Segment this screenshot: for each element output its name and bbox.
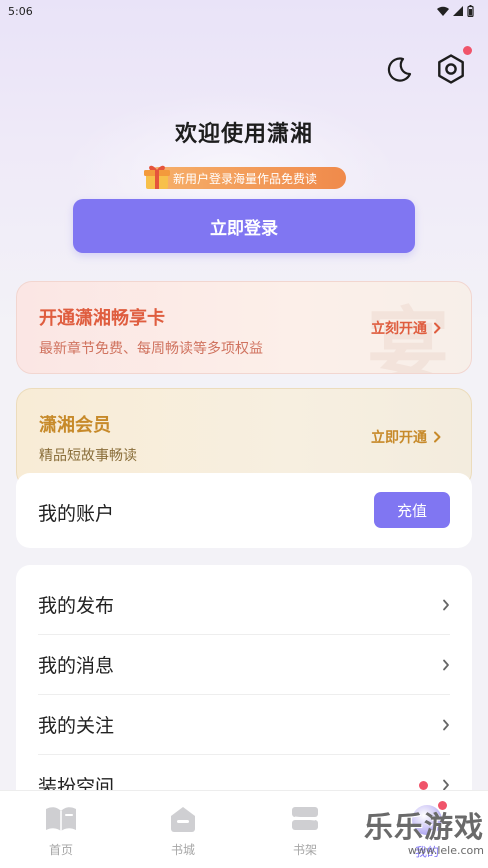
wifi-icon	[437, 6, 449, 16]
menu-item-following[interactable]: 我的关注	[38, 695, 450, 755]
settings-badge	[463, 46, 472, 55]
chevron-right-icon	[434, 431, 441, 443]
account-label: 我的账户	[38, 503, 115, 525]
menu-item-messages[interactable]: 我的消息	[38, 635, 450, 695]
chevron-right-icon	[434, 322, 441, 334]
account-card: 我的账户 充值	[16, 473, 472, 548]
tab-home-label: 首页	[48, 843, 73, 857]
vip-card-subtitle: 最新章节免费、每周畅读等多项权益	[39, 341, 263, 357]
menu-item-label: 我的发布	[38, 595, 115, 617]
top-actions	[382, 46, 472, 86]
member-open-label: 立即开通	[371, 430, 427, 446]
login-button[interactable]: 立即登录	[73, 199, 415, 253]
battery-icon	[467, 5, 474, 17]
moon-icon	[387, 57, 412, 82]
status-time: 5:06	[8, 4, 33, 18]
bookshelf-icon	[292, 807, 318, 830]
promo-text: 新用户登录海量作品免费读	[173, 171, 318, 186]
store-icon	[171, 807, 195, 832]
chevron-right-icon	[443, 659, 449, 670]
gift-icon	[144, 165, 170, 189]
tab-bookshelf-label: 书架	[292, 843, 317, 857]
menu-item-label: 我的关注	[38, 715, 115, 737]
dress-up-badge	[419, 780, 428, 790]
tab-bookstore[interactable]: 书城	[122, 791, 244, 868]
member-card-subtitle: 精品短故事畅读	[39, 448, 137, 464]
recharge-button[interactable]: 充值	[374, 492, 450, 528]
vip-open-label: 立刻开通	[371, 321, 427, 337]
chevron-right-icon	[443, 599, 449, 610]
vip-open-link[interactable]: 立刻开通	[371, 318, 441, 338]
vip-card-title: 开通潇湘畅享卡	[39, 308, 165, 329]
member-card-title: 潇湘会员	[39, 415, 111, 436]
book-open-icon	[46, 807, 76, 831]
signal-icon	[453, 6, 463, 16]
tab-bookshelf[interactable]: 书架	[244, 791, 366, 868]
settings-button[interactable]	[434, 46, 472, 86]
member-open-link[interactable]: 立即开通	[371, 427, 441, 447]
menu-list: 我的发布 我的消息 我的关注 装扮空间	[16, 565, 472, 825]
status-bar: 5:06	[0, 0, 488, 22]
tab-bookstore-label: 书城	[170, 843, 195, 857]
new-user-promo-badge: 新用户登录海量作品免费读	[144, 165, 346, 189]
menu-item-publish[interactable]: 我的发布	[38, 575, 450, 635]
night-mode-button[interactable]	[382, 52, 416, 86]
welcome-title: 欢迎使用潇湘	[174, 122, 313, 147]
settings-icon	[438, 54, 464, 84]
tab-home[interactable]: 首页	[0, 791, 122, 868]
watermark-logo-url: www.lele.com	[407, 844, 484, 857]
watermark-logo-text: 乐乐游戏	[364, 810, 485, 844]
watermark-logo: 乐乐游戏 www.lele.com	[364, 804, 484, 866]
vip-card[interactable]: 宴 开通潇湘畅享卡 最新章节免费、每周畅读等多项权益 立刻开通	[16, 281, 472, 374]
chevron-right-icon	[443, 719, 449, 730]
menu-item-label: 我的消息	[38, 655, 115, 677]
